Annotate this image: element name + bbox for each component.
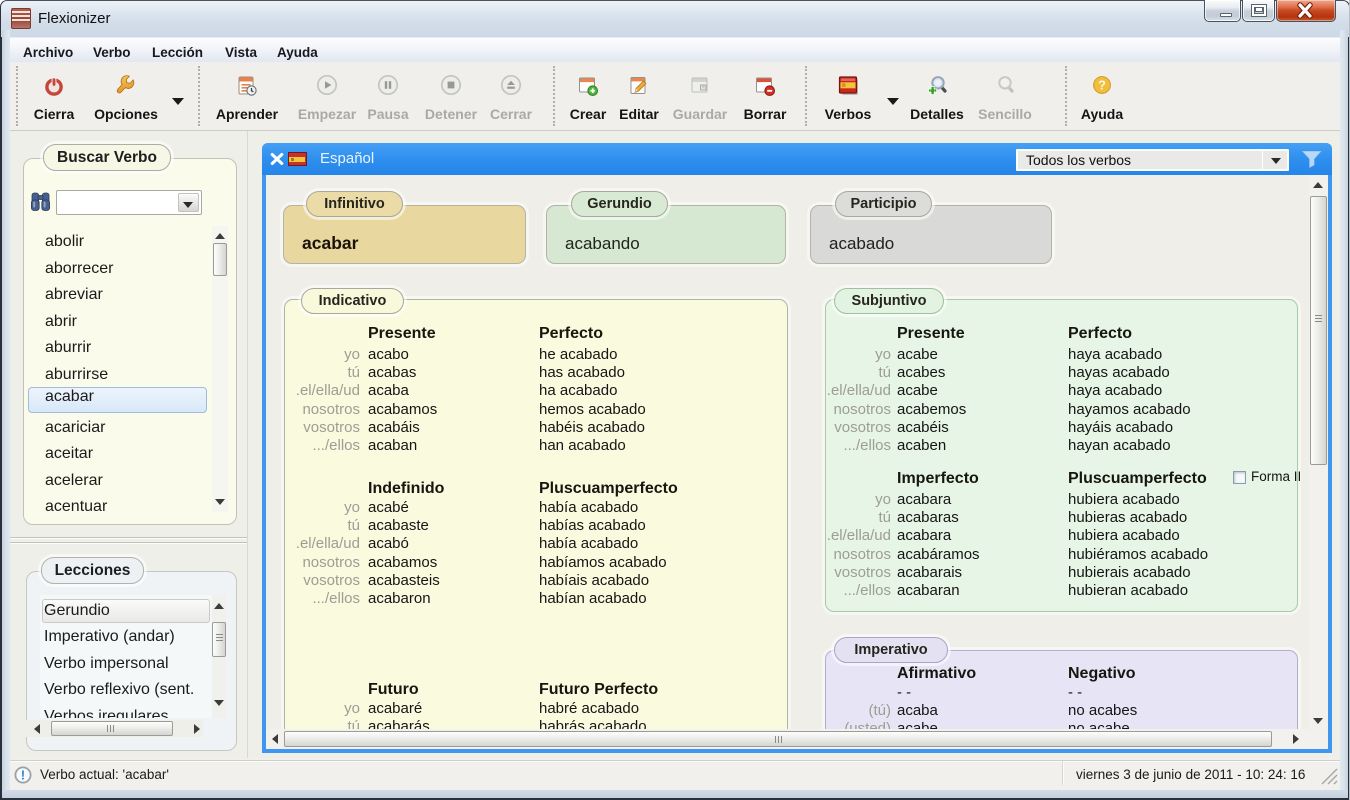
svg-text:?: ? — [1098, 78, 1106, 93]
svg-text:!: ! — [21, 769, 25, 783]
